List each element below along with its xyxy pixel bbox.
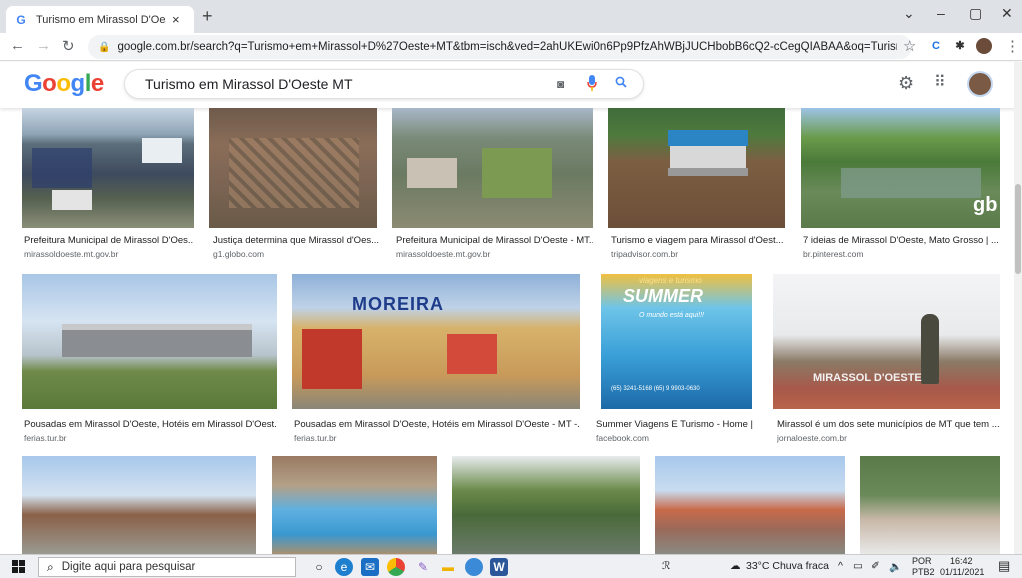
tray-chevron-icon[interactable]: ^: [838, 560, 843, 572]
google-logo[interactable]: Google: [24, 70, 104, 98]
maximize-button[interactable]: ▢: [969, 5, 982, 22]
cortana-icon[interactable]: ○: [310, 558, 328, 576]
lock-icon[interactable]: 🔒: [98, 42, 110, 53]
extension-c-icon[interactable]: C: [928, 38, 944, 54]
result-source[interactable]: mirassoldoeste.mt.gov.br: [24, 249, 194, 259]
clock-time[interactable]: 16:42: [950, 556, 973, 566]
tab-title: Turismo em Mirassol D'Oeste MT: [36, 13, 166, 26]
edge-icon[interactable]: e: [335, 558, 353, 576]
windows-taskbar: ⌕ Digite aqui para pesquisar ○ e ✉ ✎ ▬ W…: [0, 554, 1022, 578]
browser-toolbar: ← → ↻ 🔒 google.com.br/search?q=Turismo+e…: [0, 33, 1022, 61]
windows-start-icon[interactable]: [12, 560, 25, 578]
search-icon[interactable]: [615, 75, 627, 91]
flyer-title: SUMMER: [623, 286, 703, 306]
result-source[interactable]: ferias.tur.br: [294, 433, 580, 443]
bookmark-star-icon[interactable]: ☆: [903, 37, 916, 55]
browser-tab-strip: G Turismo em Mirassol D'Oeste MT × + ⌄ –…: [0, 0, 1022, 33]
flyer-phones: (65) 3241-5168 (65) 9 9903-0630: [611, 386, 700, 392]
thumb-shopfront[interactable]: MOREIRA: [292, 274, 580, 409]
mail-icon[interactable]: ✉: [361, 558, 379, 576]
flyer-subtitle: viagens e turismo: [639, 276, 702, 285]
extensions-puzzle-icon[interactable]: ✱: [952, 38, 968, 54]
result-source[interactable]: facebook.com: [596, 433, 756, 443]
google-favicon-icon: G: [16, 12, 26, 27]
scrollbar-thumb[interactable]: [1015, 184, 1021, 274]
thumb-pond[interactable]: [452, 456, 640, 554]
thumb-summer-flyer[interactable]: viagens e turismo SUMMER O mundo está aq…: [601, 274, 752, 409]
reload-icon[interactable]: ↻: [62, 37, 75, 55]
tab-close-icon[interactable]: ×: [172, 12, 180, 27]
flyer-tagline: O mundo está aqui!!!: [639, 312, 704, 319]
result-caption[interactable]: Summer Viagens E Turismo - Home | ...: [596, 419, 756, 430]
result-source[interactable]: jornaloeste.com.br: [777, 433, 1000, 443]
result-caption[interactable]: Pousadas em Mirassol D'Oeste, Hotéis em …: [294, 419, 580, 430]
google-header: Google Turismo em Mirassol D'Oeste MT ◙ …: [0, 62, 1022, 108]
minimize-button[interactable]: –: [937, 5, 945, 21]
search-icon: ⌕: [47, 559, 54, 574]
thumb-aerial-town[interactable]: [392, 108, 593, 228]
language-bottom[interactable]: PTB2: [912, 567, 935, 577]
word-icon[interactable]: W: [490, 558, 508, 576]
result-caption[interactable]: Prefeitura Municipal de Mirassol D'Oeste…: [396, 235, 593, 246]
tab-search-chevron-icon[interactable]: ⌄: [903, 5, 915, 22]
chrome-menu-icon[interactable]: ⋮: [1005, 37, 1020, 55]
result-caption[interactable]: Prefeitura Municipal de Mirassol D'Oes..…: [24, 235, 194, 246]
result-source[interactable]: mirassoldoeste.mt.gov.br: [396, 249, 593, 259]
close-window-button[interactable]: ✕: [1001, 5, 1013, 22]
thumb-aerial-city[interactable]: [209, 108, 377, 228]
thumb-street-shops[interactable]: [655, 456, 845, 554]
taskbar-search-placeholder[interactable]: Digite aqui para pesquisar: [62, 561, 196, 573]
result-source[interactable]: tripadvisor.com.br: [611, 249, 785, 259]
back-arrow-icon[interactable]: ←: [10, 37, 25, 54]
settings-gear-icon[interactable]: ⚙: [898, 73, 914, 94]
page-scrollbar[interactable]: [1014, 62, 1022, 554]
url-text[interactable]: google.com.br/search?q=Turismo+em+Mirass…: [117, 41, 897, 53]
camera-icon[interactable]: ◙: [557, 77, 564, 91]
thumb-street[interactable]: [22, 456, 256, 554]
clock-date[interactable]: 01/11/2021: [940, 567, 984, 577]
mirassol-sign: MIRASSOL D'OESTE: [813, 372, 922, 384]
thumb-pool[interactable]: [272, 456, 437, 554]
pen-icon[interactable]: ✐: [871, 560, 880, 572]
language-top[interactable]: POR: [912, 556, 932, 566]
taskbar-search-box[interactable]: ⌕ Digite aqui para pesquisar: [38, 557, 296, 577]
weather-icon[interactable]: ☁: [730, 560, 741, 572]
thumb-river-trees[interactable]: gb: [801, 108, 1000, 228]
result-source[interactable]: ferias.tur.br: [24, 433, 277, 443]
chrome-icon[interactable]: [387, 558, 405, 576]
result-caption[interactable]: Pousadas em Mirassol D'Oeste, Hotéis em …: [24, 419, 277, 430]
thumb-aerial-crowd[interactable]: [22, 108, 194, 228]
result-source[interactable]: br.pinterest.com: [803, 249, 1000, 259]
weather-status[interactable]: 33°C Chuva fraca: [746, 560, 829, 572]
account-avatar[interactable]: [967, 71, 993, 97]
moreira-sign: MOREIRA: [352, 294, 444, 314]
profile-avatar[interactable]: [976, 38, 992, 54]
result-caption[interactable]: 7 ideias de Mirassol D'Oeste, Mato Gross…: [803, 235, 1000, 246]
thumb-building-sky[interactable]: [22, 274, 277, 409]
result-caption[interactable]: Mirassol é um dos sete municípios de MT …: [777, 419, 1000, 430]
result-source[interactable]: g1.globo.com: [213, 249, 379, 259]
volume-icon[interactable]: 🔈: [889, 560, 902, 573]
thumb-two-men[interactable]: [860, 456, 1000, 554]
search-input[interactable]: Turismo em Mirassol D'Oeste MT: [145, 76, 353, 92]
gb-watermark: gb: [973, 194, 998, 216]
thumb-monument[interactable]: MIRASSOL D'OESTE: [773, 274, 1000, 409]
file-explorer-icon[interactable]: ▬: [439, 558, 457, 576]
result-caption[interactable]: Justiça determina que Mirassol d'Oes...: [213, 235, 379, 246]
new-tab-button[interactable]: +: [202, 6, 213, 27]
forward-arrow-icon[interactable]: →: [36, 37, 51, 54]
image-results-grid: Prefeitura Municipal de Mirassol D'Oes..…: [0, 108, 1014, 554]
google-apps-grid-icon[interactable]: ⠿: [934, 72, 946, 92]
thumb-river-boat[interactable]: [608, 108, 785, 228]
result-caption[interactable]: Turismo e viagem para Mirassol d'Oest...: [611, 235, 785, 246]
search-box[interactable]: Turismo em Mirassol D'Oeste MT ◙: [124, 69, 644, 99]
notifications-icon[interactable]: ▤: [998, 558, 1010, 574]
paint-icon[interactable]: ✎: [414, 558, 432, 576]
people-icon[interactable]: ℛ: [662, 560, 670, 572]
app-icon[interactable]: [465, 558, 483, 576]
network-icon[interactable]: ▭: [853, 560, 863, 572]
browser-tab[interactable]: G Turismo em Mirassol D'Oeste MT ×: [6, 6, 194, 33]
microphone-icon[interactable]: [587, 75, 597, 94]
address-bar[interactable]: 🔒 google.com.br/search?q=Turismo+em+Mira…: [88, 35, 912, 59]
